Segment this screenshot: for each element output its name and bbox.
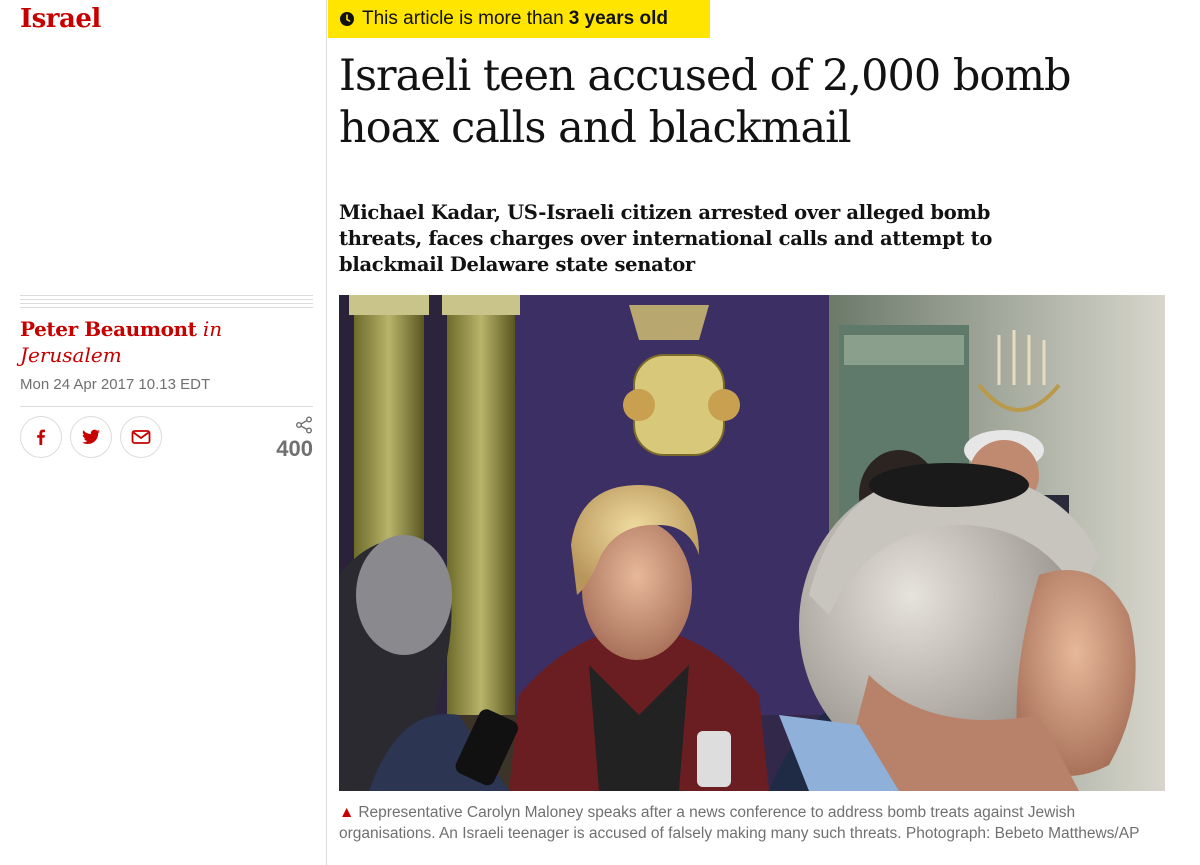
age-banner-age: 3 years old — [568, 8, 668, 29]
article-standfirst: Michael Kadar, US-Israeli citizen arrest… — [339, 201, 993, 276]
photo-caption: ▲ Representative Carolyn Maloney speaks a… — [339, 802, 1159, 844]
share-icon — [296, 416, 312, 434]
article-main-photo[interactable] — [339, 295, 1165, 791]
byline-in-word: in — [202, 317, 223, 341]
column-divider — [326, 0, 327, 865]
age-banner-prefix: This article is more than — [362, 8, 564, 29]
share-email-button[interactable] — [120, 416, 162, 458]
article-headline: Israeli teen accused of 2,000 bomb hoax … — [339, 51, 1072, 153]
clock-icon — [340, 12, 354, 26]
meta-divider — [20, 406, 313, 407]
twitter-icon — [82, 429, 100, 445]
facebook-icon — [37, 429, 45, 445]
byline: Peter Beaumont in Jerusalem — [20, 316, 310, 368]
email-icon — [131, 430, 151, 444]
photo-illustration — [339, 295, 1165, 791]
byline-location: Jerusalem — [20, 343, 122, 367]
article-age-banner: This article is more than 3 years old — [328, 0, 710, 38]
share-count: 400 — [276, 436, 313, 461]
caption-text: Representative Carolyn Maloney speaks af… — [339, 804, 1140, 842]
meta-rules-divider — [20, 295, 313, 311]
publish-date: Mon 24 Apr 2017 10.13 EDT — [20, 376, 211, 393]
share-facebook-button[interactable] — [20, 416, 62, 458]
caption-triangle-icon: ▲ — [339, 804, 355, 821]
author-link[interactable]: Peter Beaumont — [20, 317, 197, 341]
share-twitter-button[interactable] — [70, 416, 112, 458]
section-label[interactable]: Israel — [20, 4, 101, 34]
